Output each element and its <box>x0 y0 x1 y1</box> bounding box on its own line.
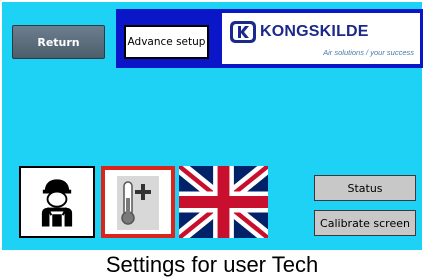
status-button[interactable]: Status <box>314 175 416 201</box>
kongskilde-logo: KONGSKILDE Air solutions / your success <box>222 13 420 64</box>
advance-setup-button[interactable]: Advance setup <box>124 25 209 59</box>
temperature-tile-button[interactable] <box>101 166 175 238</box>
return-button[interactable]: Return <box>12 25 105 59</box>
user-icon <box>41 179 73 227</box>
logo-tagline: Air solutions / your success <box>323 48 414 57</box>
kongskilde-logo-icon <box>230 21 256 43</box>
user-tile-button[interactable] <box>19 166 95 238</box>
language-tile-button[interactable] <box>179 166 268 238</box>
settings-caption: Settings for user Tech <box>105 252 319 277</box>
logo-brand-text: KONGSKILDE <box>260 23 369 40</box>
calibrate-screen-button[interactable]: Calibrate screen <box>314 210 416 236</box>
uk-flag-icon <box>179 166 268 238</box>
thermometer-plus-icon <box>105 170 171 234</box>
